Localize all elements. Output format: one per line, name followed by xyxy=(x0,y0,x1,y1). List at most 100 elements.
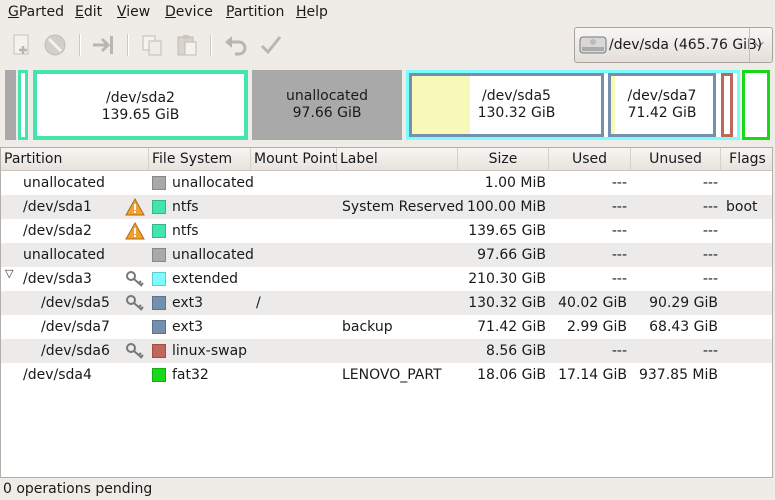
fs-color-swatch xyxy=(152,176,166,190)
fs-color-swatch xyxy=(152,296,166,310)
cell-size: 8.56 GiB xyxy=(486,343,546,359)
map-sda2-size: 139.65 GiB xyxy=(101,107,180,123)
toolbar-separator xyxy=(210,34,212,56)
cell-size: 100.00 MiB xyxy=(466,199,546,215)
undo-icon[interactable] xyxy=(222,32,248,58)
toolbar-separator xyxy=(79,34,81,56)
cell-filesystem: ext3 xyxy=(172,295,204,311)
cell-used: 17.14 GiB xyxy=(558,367,627,383)
col-filesystem[interactable]: File System xyxy=(149,148,251,170)
col-label[interactable]: Label xyxy=(337,148,458,170)
cell-unused: --- xyxy=(702,343,718,359)
device-selector[interactable]: /dev/sda (465.76 GiB) ⌵ xyxy=(574,27,773,63)
cell-partition: /dev/sda5 xyxy=(41,295,110,311)
cell-size: 97.66 GiB xyxy=(477,247,546,263)
cell-label: backup xyxy=(342,319,393,335)
cell-partition: /dev/sda6 xyxy=(41,343,110,359)
menu-partition[interactable]: Partition xyxy=(226,4,284,20)
map-unalloc-name: unallocated xyxy=(286,88,368,104)
cell-mountpoint: / xyxy=(256,295,261,311)
table-row[interactable]: /dev/sda5 ext3 / 130.32 GiB 40.02 GiB 90.29 G… xyxy=(1,291,772,315)
cell-unused: --- xyxy=(702,247,718,263)
table-row[interactable]: /dev/sda6 linux-swap 8.56 GiB --- --- xyxy=(1,339,772,363)
cell-size: 130.32 GiB xyxy=(468,295,546,311)
copy-icon[interactable] xyxy=(139,32,165,58)
col-mountpoint[interactable]: Mount Point xyxy=(251,148,337,170)
menu-gparted[interactable]: GParted xyxy=(8,4,64,20)
cell-flags: boot xyxy=(726,199,758,215)
cell-filesystem: extended xyxy=(172,271,239,287)
warning-icon xyxy=(125,221,145,240)
menu-view[interactable]: View xyxy=(117,4,150,20)
device-label: /dev/sda (465.76 GiB) xyxy=(609,37,763,53)
cell-unused: --- xyxy=(702,223,718,239)
cell-partition: unallocated xyxy=(23,175,105,191)
map-sda5-name: /dev/sda5 xyxy=(482,88,551,104)
cell-filesystem: fat32 xyxy=(172,367,209,383)
map-sda6[interactable] xyxy=(721,73,733,137)
cell-partition: /dev/sda2 xyxy=(23,223,92,239)
expander-icon[interactable]: ▽ xyxy=(5,267,13,280)
map-sda1[interactable] xyxy=(18,70,28,140)
cell-used: 2.99 GiB xyxy=(567,319,627,335)
col-used[interactable]: Used xyxy=(549,148,631,170)
map-sda2[interactable]: /dev/sda2 139.65 GiB xyxy=(33,70,248,140)
cell-filesystem: ntfs xyxy=(172,199,199,215)
fs-color-swatch xyxy=(152,248,166,262)
cell-filesystem: linux-swap xyxy=(172,343,248,359)
cell-partition: /dev/sda4 xyxy=(23,367,92,383)
apply-icon[interactable] xyxy=(258,32,284,58)
map-sda4[interactable] xyxy=(742,70,770,140)
cell-unused: 937.85 MiB xyxy=(638,367,718,383)
col-size[interactable]: Size xyxy=(458,148,549,170)
table-row[interactable]: /dev/sda1 ntfs System Reserved 100.00 MiB --… xyxy=(1,195,772,219)
resize-move-icon[interactable] xyxy=(90,32,116,58)
cell-filesystem: ext3 xyxy=(172,319,204,335)
status-bar: 0 operations pending xyxy=(3,481,153,497)
fs-color-swatch xyxy=(152,272,166,286)
menu-edit[interactable]: Edit xyxy=(75,4,102,20)
chevron-down-icon[interactable]: ⌵ xyxy=(749,28,772,62)
new-partition-icon[interactable] xyxy=(9,32,35,58)
map-unallocated-small[interactable] xyxy=(5,70,16,140)
cell-used: --- xyxy=(611,247,627,263)
cell-partition: unallocated xyxy=(23,247,105,263)
map-sda5[interactable]: /dev/sda5 130.32 GiB xyxy=(409,73,604,137)
menu-device[interactable]: Device xyxy=(165,4,213,20)
table-row[interactable]: /dev/sda4 fat32 LENOVO_PART 18.06 GiB 17.14 … xyxy=(1,363,772,387)
cell-partition: /dev/sda7 xyxy=(41,319,110,335)
toolbar-separator xyxy=(127,34,129,56)
map-unallocated[interactable]: unallocated 97.66 GiB xyxy=(252,70,402,140)
table-row[interactable]: /dev/sda7 ext3 backup 71.42 GiB 2.99 GiB 68.4… xyxy=(1,315,772,339)
cell-filesystem: ntfs xyxy=(172,223,199,239)
fs-color-swatch xyxy=(152,344,166,358)
col-unused[interactable]: Unused xyxy=(631,148,721,170)
cell-unused: --- xyxy=(702,199,718,215)
cell-used: --- xyxy=(611,175,627,191)
cell-filesystem: unallocated xyxy=(172,175,254,191)
menu-help[interactable]: Help xyxy=(296,4,328,20)
cell-size: 1.00 MiB xyxy=(484,175,546,191)
table-row[interactable]: ▽ /dev/sda3 extended 210.30 GiB --- --- xyxy=(1,267,772,291)
col-flags[interactable]: Flags xyxy=(721,148,772,170)
col-partition[interactable]: Partition xyxy=(1,148,149,170)
table-row[interactable]: unallocated unallocated 97.66 GiB --- --- xyxy=(1,243,772,267)
delete-icon[interactable] xyxy=(42,32,68,58)
cell-size: 71.42 GiB xyxy=(477,319,546,335)
cell-filesystem: unallocated xyxy=(172,247,254,263)
cell-used: --- xyxy=(611,223,627,239)
paste-icon[interactable] xyxy=(174,32,200,58)
cell-size: 18.06 GiB xyxy=(477,367,546,383)
cell-unused: 68.43 GiB xyxy=(649,319,718,335)
map-sda7[interactable]: /dev/sda7 71.42 GiB xyxy=(608,73,716,137)
fs-color-swatch xyxy=(152,320,166,334)
cell-used: --- xyxy=(611,343,627,359)
warning-icon xyxy=(125,197,145,216)
table-row[interactable]: /dev/sda2 ntfs 139.65 GiB --- --- xyxy=(1,219,772,243)
table-row[interactable]: unallocated unallocated 1.00 MiB --- --- xyxy=(1,171,772,195)
map-sda7-size: 71.42 GiB xyxy=(627,105,697,121)
cell-size: 210.30 GiB xyxy=(468,271,546,287)
map-sda7-name: /dev/sda7 xyxy=(627,88,697,104)
map-sda2-name: /dev/sda2 xyxy=(106,90,175,106)
partition-table: Partition File System Mount Point Label … xyxy=(0,147,773,478)
